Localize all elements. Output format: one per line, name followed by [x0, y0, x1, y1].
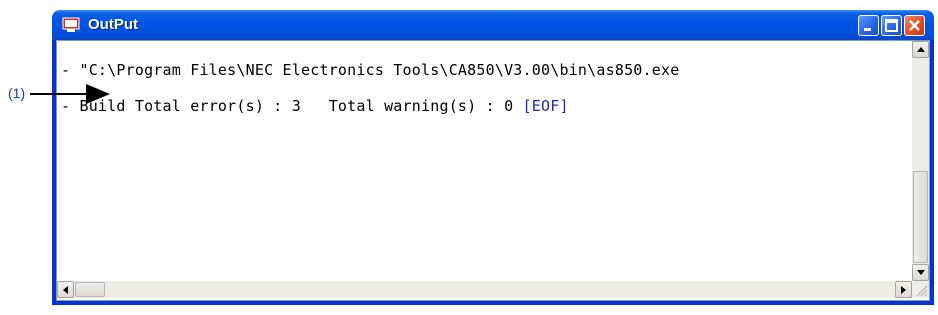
horizontal-scroll-thumb[interactable] [75, 282, 105, 297]
maximize-button[interactable] [881, 15, 902, 36]
vertical-scrollbar[interactable] [912, 41, 929, 281]
horizontal-scrollbar[interactable] [57, 281, 912, 298]
output-window-icon [62, 17, 80, 32]
output-line: - Build Total error(s) : 3 Total warning… [61, 97, 569, 115]
minimize-icon [864, 28, 871, 31]
arrow-down-icon [916, 270, 925, 275]
minimize-button[interactable] [858, 15, 879, 36]
scroll-left-button[interactable] [57, 281, 74, 298]
callout-label: (1) [8, 85, 26, 101]
close-button[interactable] [904, 15, 925, 36]
scroll-down-button[interactable] [912, 264, 929, 281]
close-icon [909, 20, 920, 31]
output-text-area[interactable]: - "C:\Program Files\NEC Electronics Tool… [57, 41, 912, 281]
vertical-scroll-thumb[interactable] [913, 171, 928, 263]
arrow-up-icon [916, 47, 925, 52]
output-window: OutPut - "C:\Program Files\NEC Electroni… [52, 10, 934, 305]
maximize-icon [885, 19, 898, 32]
arrow-left-icon [63, 285, 68, 294]
window-client-area: - "C:\Program Files\NEC Electronics Tool… [56, 40, 930, 301]
output-line-text: - Build Total error(s) : 3 Total warning… [61, 97, 523, 115]
eof-marker: [EOF] [522, 97, 569, 115]
resize-grip-icon[interactable] [912, 281, 929, 298]
output-line: - "C:\Program Files\NEC Electronics Tool… [61, 61, 680, 79]
scroll-right-button[interactable] [895, 281, 912, 298]
window-title: OutPut [88, 16, 138, 33]
title-bar[interactable]: OutPut [52, 10, 934, 40]
arrow-right-icon [901, 285, 906, 294]
scroll-up-button[interactable] [912, 41, 929, 58]
